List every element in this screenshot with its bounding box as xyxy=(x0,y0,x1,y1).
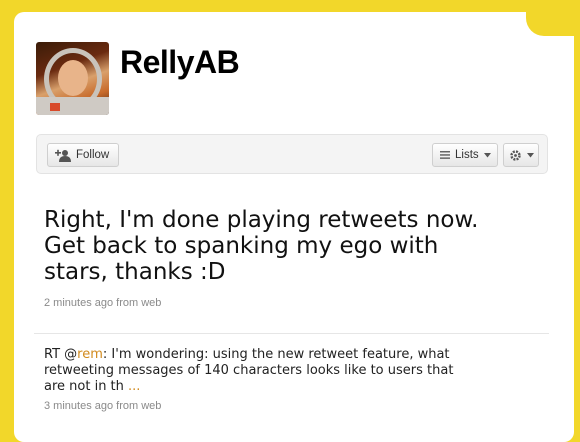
tweet-timestamp[interactable]: 3 minutes ago xyxy=(44,400,113,412)
suit-shape xyxy=(36,97,109,115)
latest-tweet-text: Right, I'm done playing retweets now. Ge… xyxy=(44,207,479,285)
tweet-meta: 2 minutes ago from web xyxy=(44,297,161,309)
tweet-from: from xyxy=(116,297,139,309)
list-icon xyxy=(440,150,450,160)
add-user-icon xyxy=(55,149,71,162)
tweet-source[interactable]: web xyxy=(141,297,161,309)
follow-label: Follow xyxy=(76,149,110,161)
tweet-text: RT @rem: I'm wondering: using the new re… xyxy=(44,347,464,395)
tweet-source[interactable]: web xyxy=(141,400,161,412)
follow-button[interactable]: Follow xyxy=(47,143,119,167)
profile-card: RellyAB Follow Lists Right, I'm done pla… xyxy=(14,12,574,442)
tweet-meta: 3 minutes ago from web xyxy=(44,400,161,412)
avatar[interactable] xyxy=(36,42,109,115)
chevron-down-icon xyxy=(526,152,534,158)
profile-actions-bar: Follow Lists xyxy=(36,134,548,174)
retweet-prefix: RT @ xyxy=(44,347,78,362)
tweet-body: : I'm wondering: using the new retweet f… xyxy=(44,347,454,394)
face-shape xyxy=(58,60,88,96)
tweet-from: from xyxy=(116,400,139,412)
settings-menu-button[interactable] xyxy=(503,143,539,167)
lists-button[interactable]: Lists xyxy=(432,143,498,167)
more-link[interactable]: ... xyxy=(128,379,140,394)
chevron-down-icon xyxy=(483,152,491,158)
patch-shape xyxy=(50,103,60,111)
divider xyxy=(34,333,549,334)
mention-link[interactable]: rem xyxy=(77,347,103,362)
tweet-timestamp[interactable]: 2 minutes ago xyxy=(44,297,113,309)
gear-icon xyxy=(509,149,522,162)
card-corner xyxy=(526,12,574,36)
screen-name: RellyAB xyxy=(120,44,240,80)
lists-label: Lists xyxy=(455,149,479,161)
